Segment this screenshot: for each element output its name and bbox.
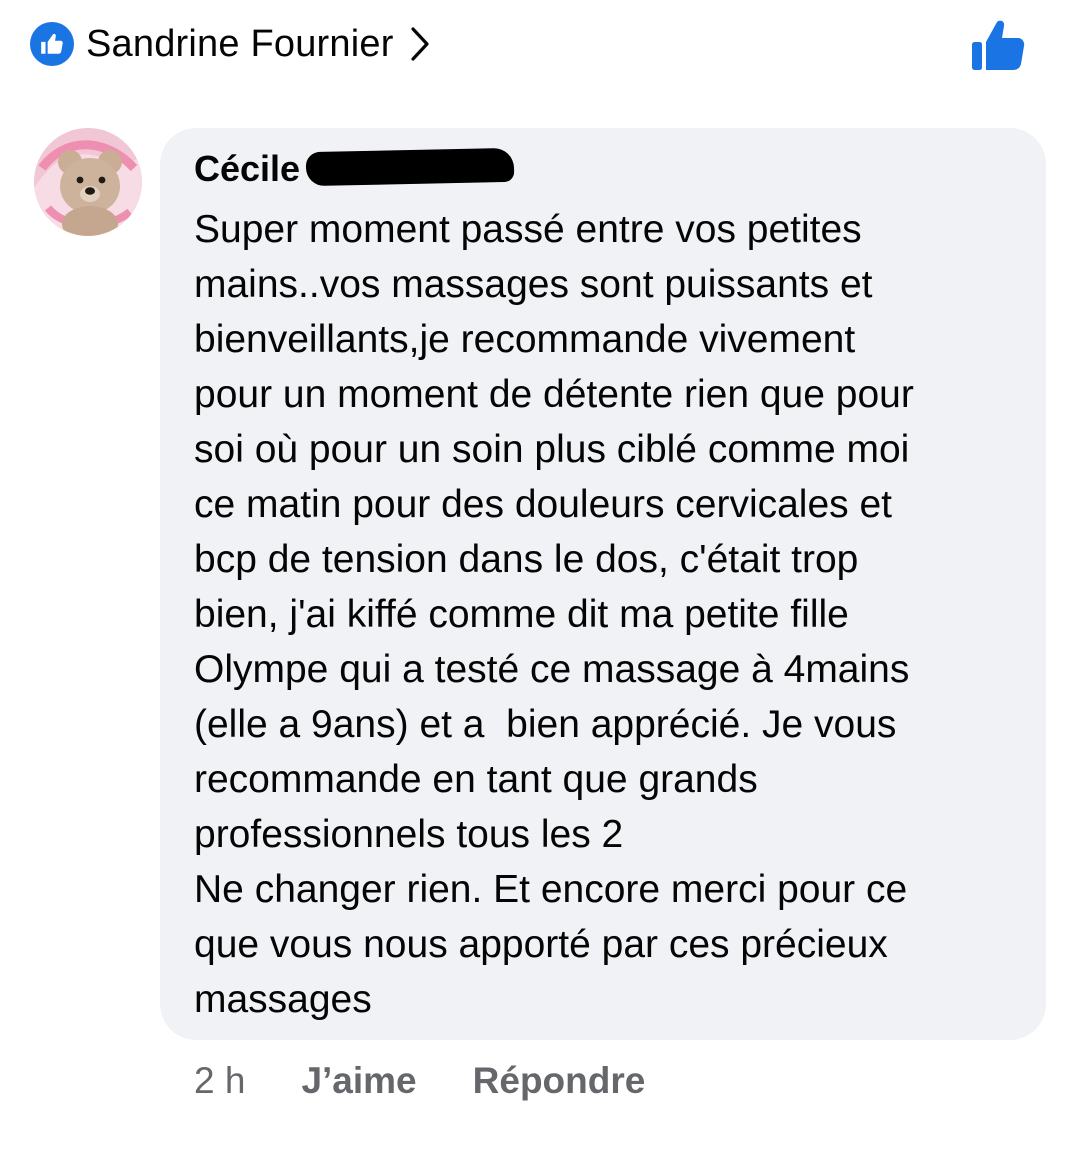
page-header: Sandrine Fournier	[30, 18, 432, 70]
comment-line: soi où pour un soin plus ciblé comme moi	[194, 428, 910, 471]
redaction-mark	[305, 147, 515, 187]
comment-line: massages	[194, 978, 372, 1021]
chevron-right-icon[interactable]	[408, 24, 432, 64]
comment-bubble: Cécile Super moment passé entre vos peti…	[160, 128, 1046, 1040]
comment-actions: 2 h J’aime Répondre	[194, 1057, 701, 1105]
thumbs-up-icon	[30, 22, 74, 66]
comment-line: Super moment passé entre vos petites	[194, 208, 862, 251]
profile-name-link[interactable]: Sandrine Fournier	[86, 23, 394, 66]
like-button[interactable]: J’aime	[301, 1060, 416, 1102]
thumbs-up-icon[interactable]	[968, 16, 1026, 74]
comment-line: que vous nous apporté par ces précieux	[194, 923, 888, 966]
avatar[interactable]	[34, 128, 142, 236]
comment-line: bcp de tension dans le dos, c'était trop	[194, 538, 859, 581]
comment-line: recommande en tant que grands	[194, 758, 758, 801]
comment-line: mains..vos massages sont puissants et	[194, 263, 873, 306]
comment-line: pour un moment de détente rien que pour	[194, 373, 914, 416]
comment-author[interactable]: Cécile	[194, 148, 300, 190]
comment-line: ce matin pour des douleurs cervicales et	[194, 483, 893, 526]
comment-line: Olympe qui a testé ce massage à 4mains	[194, 648, 910, 691]
comment-line: professionnels tous les 2	[194, 813, 624, 856]
comment-line: bienveillants,je recommande vivement	[194, 318, 856, 361]
comment-timestamp[interactable]: 2 h	[194, 1060, 245, 1102]
comment-text: Super moment passé entre vos petites mai…	[194, 202, 1034, 1027]
comment-line: Ne changer rien. Et encore merci pour ce	[194, 868, 908, 911]
comment-line: (elle a 9ans) et a bien apprécié. Je vou…	[194, 703, 897, 746]
reply-button[interactable]: Répondre	[473, 1060, 646, 1102]
comment-line: bien, j'ai kiffé comme dit ma petite fil…	[194, 593, 849, 636]
